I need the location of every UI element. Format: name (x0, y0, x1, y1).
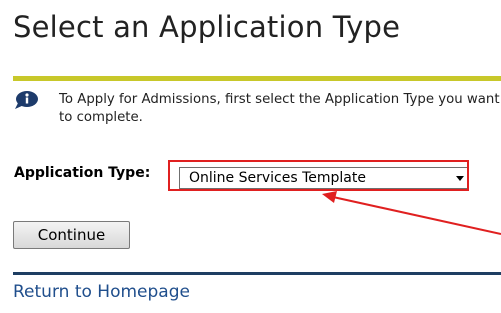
continue-button[interactable]: Continue (13, 221, 130, 249)
annotation-arrow-icon (322, 191, 501, 235)
page-title: Select an Application Type (13, 10, 401, 44)
instruction-text: To Apply for Admissions, first select th… (59, 92, 500, 125)
info-speech-bubble-icon (15, 91, 38, 109)
annotation-highlight-box (168, 160, 469, 191)
return-to-homepage-link[interactable]: Return to Homepage (13, 282, 190, 302)
application-type-label: Application Type: (14, 165, 151, 181)
title-divider (13, 76, 501, 81)
footer-divider (13, 272, 501, 275)
